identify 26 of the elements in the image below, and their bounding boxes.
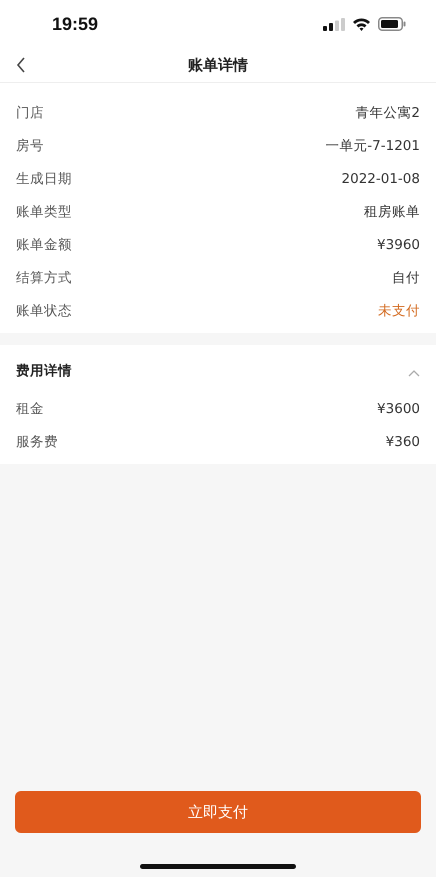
field-value: 青年公寓2 <box>355 104 420 122</box>
field-label: 服务费 <box>16 432 58 450</box>
field-value: ¥3600 <box>377 400 420 416</box>
signal-icon <box>323 18 345 30</box>
field-value: 自付 <box>392 268 420 286</box>
field-label: 账单金额 <box>16 236 72 254</box>
status-value: 未支付 <box>378 302 420 320</box>
section-title: 费用详情 <box>16 362 72 380</box>
battery-icon <box>378 17 406 31</box>
status-time: 19:59 <box>52 14 98 34</box>
page-title: 账单详情 <box>188 56 248 74</box>
pay-button[interactable]: 立即支付 <box>15 791 421 833</box>
field-value: ¥3960 <box>377 236 420 252</box>
field-label: 结算方式 <box>16 268 72 286</box>
field-label: 生成日期 <box>16 170 72 188</box>
field-label: 门店 <box>16 104 44 122</box>
field-value: ¥360 <box>386 434 420 450</box>
field-label: 账单类型 <box>16 202 72 220</box>
back-icon[interactable] <box>16 57 26 73</box>
field-value: 2022-01-08 <box>342 170 420 186</box>
wifi-icon <box>352 17 371 31</box>
field-label: 房号 <box>16 136 44 154</box>
field-value: 租房账单 <box>364 202 420 220</box>
field-label: 账单状态 <box>16 302 72 320</box>
field-value: 一单元-7-1201 <box>325 136 420 154</box>
field-label: 租金 <box>16 400 44 418</box>
